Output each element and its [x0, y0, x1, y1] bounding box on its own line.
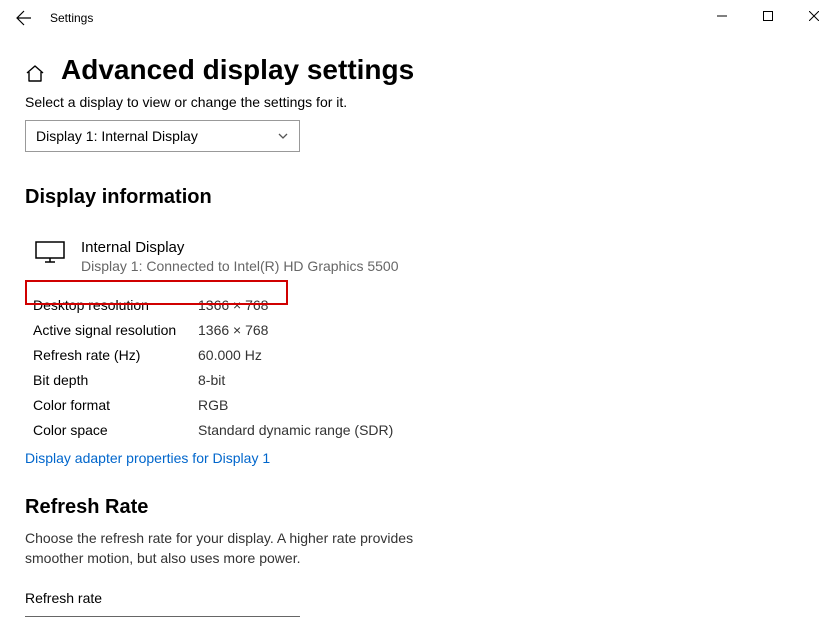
page-header: Advanced display settings [25, 54, 812, 86]
info-value: Standard dynamic range (SDR) [198, 422, 393, 438]
page-title: Advanced display settings [61, 54, 414, 86]
close-icon [809, 11, 819, 21]
maximize-icon [763, 11, 773, 21]
minimize-button[interactable] [699, 0, 745, 32]
dropdown-selected-text: Display 1: Internal Display [36, 128, 198, 144]
minimize-icon [717, 11, 727, 21]
arrow-left-icon [16, 10, 32, 26]
table-row: Active signal resolution1366 × 768 [33, 317, 812, 342]
info-label: Color format [33, 397, 198, 413]
table-row: Desktop resolution1366 × 768 [33, 292, 812, 317]
table-row: Color spaceStandard dynamic range (SDR) [33, 417, 812, 442]
info-value: RGB [198, 397, 228, 413]
display-connection: Display 1: Connected to Intel(R) HD Grap… [81, 258, 398, 274]
monitor-icon [35, 241, 65, 263]
refresh-rate-heading: Refresh Rate [25, 496, 812, 519]
info-value: 1366 × 768 [198, 322, 268, 338]
page-subtitle: Select a display to view or change the s… [25, 94, 812, 110]
info-label: Refresh rate (Hz) [33, 347, 198, 363]
display-info-heading: Display information [25, 186, 812, 209]
info-label: Color space [33, 422, 198, 438]
adapter-properties-link[interactable]: Display adapter properties for Display 1 [25, 450, 270, 466]
maximize-button[interactable] [745, 0, 791, 32]
home-icon[interactable] [25, 64, 45, 82]
window-controls [699, 0, 837, 32]
display-summary: Internal Display Display 1: Connected to… [25, 239, 812, 274]
display-info-table: Desktop resolution1366 × 768 Active sign… [33, 292, 812, 442]
table-row: Color formatRGB [33, 392, 812, 417]
info-value: 1366 × 768 [198, 297, 268, 313]
display-name: Internal Display [81, 239, 398, 256]
close-button[interactable] [791, 0, 837, 32]
info-label: Active signal resolution [33, 322, 198, 338]
refresh-rate-label: Refresh rate [25, 590, 812, 606]
table-row: Refresh rate (Hz)60.000 Hz [33, 342, 812, 367]
info-label: Desktop resolution [33, 297, 198, 313]
info-value: 60.000 Hz [198, 347, 262, 363]
table-row: Bit depth8-bit [33, 367, 812, 392]
info-label: Bit depth [33, 372, 198, 388]
info-value: 8-bit [198, 372, 225, 388]
back-button[interactable] [0, 0, 48, 36]
content-area: Advanced display settings Select a displ… [0, 54, 837, 617]
window-title: Settings [50, 11, 93, 25]
chevron-down-icon [277, 130, 289, 142]
refresh-rate-description: Choose the refresh rate for your display… [25, 529, 445, 568]
display-selector-dropdown[interactable]: Display 1: Internal Display [25, 120, 300, 152]
